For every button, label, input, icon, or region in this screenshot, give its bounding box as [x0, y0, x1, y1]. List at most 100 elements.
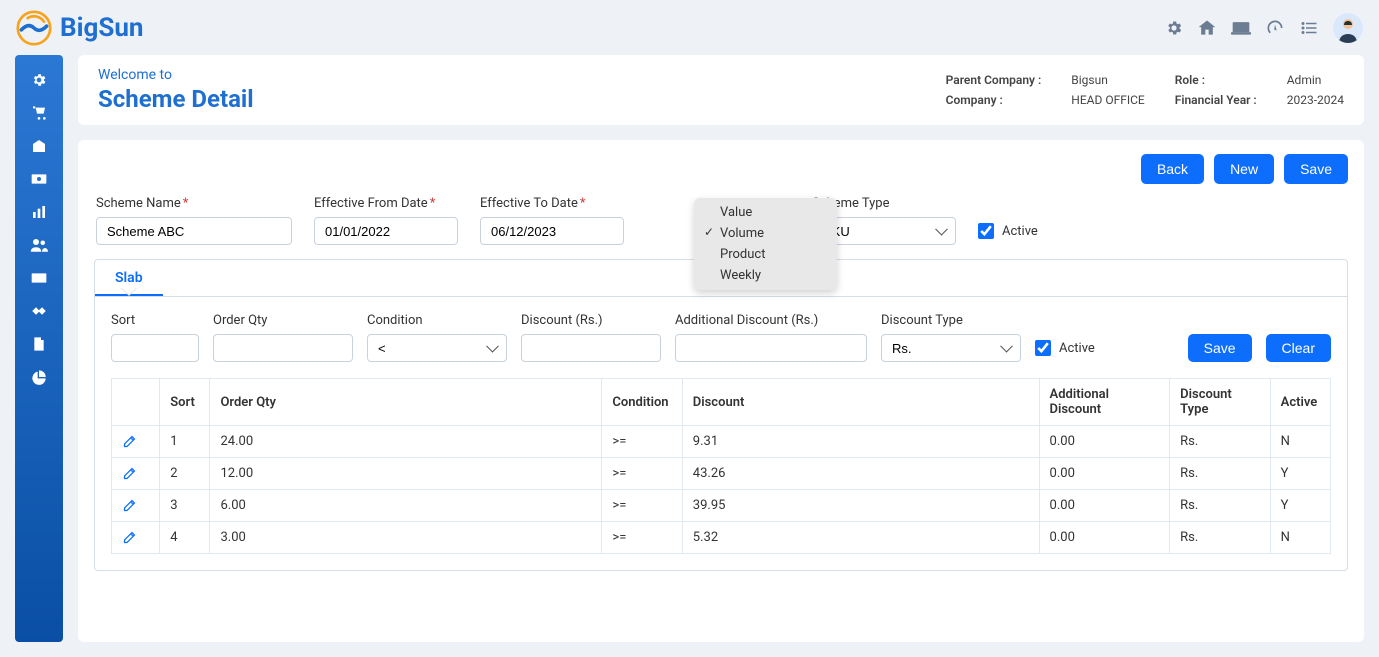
th-sort: Sort — [160, 379, 210, 426]
order-qty-input[interactable] — [213, 334, 353, 362]
screen-icon[interactable] — [1231, 19, 1251, 37]
gear-icon[interactable] — [30, 71, 48, 89]
cell-active: Y — [1270, 490, 1330, 522]
cart-icon[interactable] — [30, 104, 48, 122]
cell-qty: 24.00 — [210, 426, 602, 458]
active-label: Active — [1002, 224, 1038, 239]
pie-icon[interactable] — [30, 368, 48, 386]
active-checkbox[interactable] — [978, 223, 994, 239]
scheme-name-input[interactable] — [96, 217, 292, 245]
add-discount-input[interactable] — [675, 334, 867, 362]
cell-qty: 6.00 — [210, 490, 602, 522]
th-discount-type: Discount Type — [1170, 379, 1270, 426]
cell-discount-type: Rs. — [1170, 426, 1270, 458]
add-discount-rs-label: Additional Discount (Rs.) — [675, 313, 867, 328]
money-icon[interactable] — [30, 170, 48, 188]
period-dropdown-popup: ValueVolumeProductWeekly — [694, 198, 837, 290]
table-row: 212.00>=43.260.00Rs.Y — [112, 458, 1331, 490]
brand-logo-icon — [16, 10, 52, 46]
table-row: 124.00>=9.310.00Rs.N — [112, 426, 1331, 458]
cell-sort: 2 — [160, 458, 210, 490]
cell-active: N — [1270, 426, 1330, 458]
warehouse-icon[interactable] — [30, 137, 48, 155]
condition-select[interactable] — [367, 334, 507, 362]
slab-section: Slab Sort Order Qty Condition — [94, 259, 1348, 571]
eff-from-label: Effective From Date* — [314, 196, 458, 211]
dropdown-option[interactable]: Weekly — [694, 265, 837, 286]
parent-company-label: Parent Company : — [946, 73, 1042, 87]
dropdown-option[interactable]: Volume — [694, 223, 837, 244]
users-icon[interactable] — [30, 236, 48, 254]
cell-sort: 1 — [160, 426, 210, 458]
th-order-qty: Order Qty — [210, 379, 602, 426]
table-row: 36.00>=39.950.00Rs.Y — [112, 490, 1331, 522]
cell-discount-type: Rs. — [1170, 522, 1270, 554]
brand[interactable]: BigSun — [16, 10, 143, 46]
file-icon[interactable] — [30, 335, 48, 353]
discount-input[interactable] — [521, 334, 661, 362]
cell-qty: 12.00 — [210, 458, 602, 490]
gear-icon[interactable] — [1165, 19, 1183, 37]
slab-clear-button[interactable]: Clear — [1266, 334, 1331, 362]
cell-add-discount: 0.00 — [1039, 426, 1170, 458]
condition-label: Condition — [367, 313, 507, 328]
cell-add-discount: 0.00 — [1039, 490, 1170, 522]
role-label: Role : — [1175, 73, 1257, 87]
cell-condition: >= — [602, 490, 682, 522]
cell-discount: 5.32 — [682, 522, 1039, 554]
cell-add-discount: 0.00 — [1039, 458, 1170, 490]
th-active: Active — [1270, 379, 1330, 426]
sort-input[interactable] — [111, 334, 199, 362]
back-button[interactable]: Back — [1141, 154, 1204, 184]
cell-condition: >= — [602, 426, 682, 458]
discount-type-label: Discount Type — [881, 313, 1021, 328]
sort-label: Sort — [111, 313, 199, 328]
edit-icon[interactable] — [122, 498, 149, 513]
dropdown-option[interactable]: Product — [694, 244, 837, 265]
eff-from-input[interactable] — [314, 217, 458, 245]
parent-company-value: Bigsun — [1071, 73, 1144, 87]
slab-save-button[interactable]: Save — [1188, 334, 1252, 362]
page-title: Scheme Detail — [98, 85, 254, 113]
cell-condition: >= — [602, 458, 682, 490]
edit-icon[interactable] — [122, 466, 149, 481]
edit-icon[interactable] — [122, 530, 149, 545]
eff-to-label: Effective To Date* — [480, 196, 624, 211]
cell-discount-type: Rs. — [1170, 458, 1270, 490]
brand-name: BigSun — [60, 13, 143, 43]
cell-active: Y — [1270, 458, 1330, 490]
new-button[interactable]: New — [1214, 154, 1274, 184]
eff-to-input[interactable] — [480, 217, 624, 245]
tab-slab[interactable]: Slab — [95, 260, 163, 296]
scheme-name-label: Scheme Name* — [96, 196, 292, 211]
cell-discount-type: Rs. — [1170, 490, 1270, 522]
cell-condition: >= — [602, 522, 682, 554]
slab-active-checkbox[interactable] — [1035, 340, 1051, 356]
th-add-discount: Additional Discount — [1039, 379, 1170, 426]
save-button[interactable]: Save — [1284, 154, 1348, 184]
th-condition: Condition — [602, 379, 682, 426]
discount-type-select[interactable] — [881, 334, 1021, 362]
cell-sort: 4 — [160, 522, 210, 554]
cell-sort: 3 — [160, 490, 210, 522]
avatar[interactable] — [1333, 13, 1363, 43]
slab-table: Sort Order Qty Condition Discount Additi… — [111, 378, 1331, 554]
cell-add-discount: 0.00 — [1039, 522, 1170, 554]
cell-discount: 39.95 — [682, 490, 1039, 522]
topbar-actions — [1165, 13, 1363, 43]
gauge-icon[interactable] — [1265, 18, 1285, 38]
page-header: Welcome to Scheme Detail Parent Company … — [78, 55, 1364, 125]
edit-icon[interactable] — [122, 434, 149, 449]
chart-icon[interactable] — [30, 203, 48, 221]
sidebar — [15, 55, 63, 642]
cash-icon[interactable] — [30, 269, 48, 287]
discount-rs-label: Discount (Rs.) — [521, 313, 661, 328]
handshake-icon[interactable] — [30, 302, 48, 320]
dropdown-option[interactable]: Value — [694, 202, 837, 223]
fy-label: Financial Year : — [1175, 93, 1257, 107]
cell-discount: 9.31 — [682, 426, 1039, 458]
list-icon[interactable] — [1299, 19, 1319, 37]
fy-value: 2023-2024 — [1287, 93, 1344, 107]
welcome-text: Welcome to — [98, 67, 254, 83]
home-icon[interactable] — [1197, 18, 1217, 38]
